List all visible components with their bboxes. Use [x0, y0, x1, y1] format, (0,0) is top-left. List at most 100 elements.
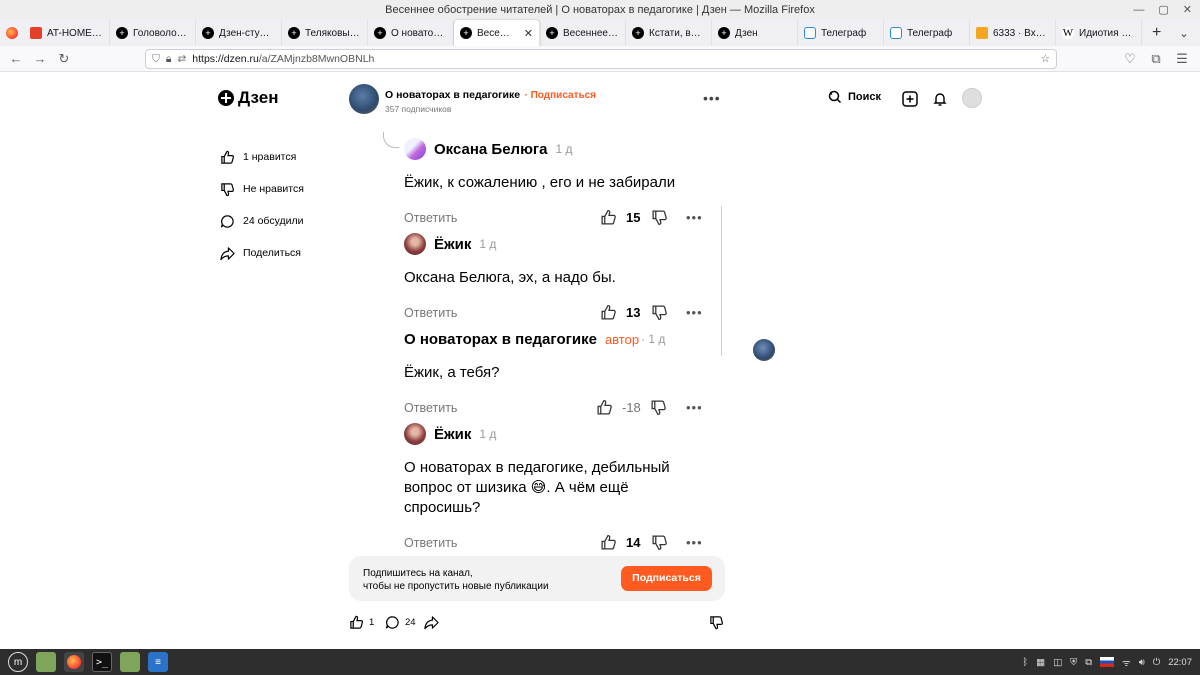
thumb-down-icon[interactable] [650, 399, 667, 416]
tab-4[interactable]: +Теляковы & П [282, 20, 368, 46]
tab-6-active[interactable]: +Весеннее об✕ [454, 20, 540, 46]
thumb-up-icon[interactable] [600, 304, 617, 321]
wifi-icon[interactable]: ᯤ [1122, 656, 1131, 669]
reply-button[interactable]: Ответить [404, 536, 457, 550]
like-button[interactable]: 1 нравится [220, 148, 304, 166]
channel-name[interactable]: О новаторах в педагогике [385, 89, 520, 101]
hamburger-menu-icon[interactable]: ☰ [1170, 47, 1194, 71]
new-tab-button[interactable]: + [1142, 20, 1171, 46]
commenter-avatar[interactable] [404, 423, 426, 445]
tab-10[interactable]: Телеграф [798, 20, 884, 46]
channel-avatar[interactable] [349, 84, 379, 114]
keyboard-layout-flag-icon[interactable] [1100, 657, 1115, 667]
back-arrow-icon[interactable]: ← [4, 47, 28, 71]
share-arrow-icon [424, 615, 439, 629]
lock-icon[interactable]: 🔒︎ [166, 53, 172, 66]
dzen-icon: + [374, 27, 386, 39]
reply-button[interactable]: Ответить [404, 401, 457, 415]
user-avatar[interactable] [962, 88, 982, 108]
pocket-icon[interactable]: ♡ [1118, 47, 1142, 71]
mint-menu-icon[interactable]: m [8, 652, 28, 672]
volume-icon[interactable]: 🔊︎ [1139, 657, 1145, 668]
dzen-logo-icon [218, 90, 234, 106]
tab-2[interactable]: +Головоломки д [110, 20, 196, 46]
tab-5[interactable]: +О новаторах в [368, 20, 454, 46]
notifications-bell-icon[interactable] [931, 90, 949, 108]
author-badge: автор [604, 331, 640, 347]
extensions-icon[interactable]: ⧉ [1144, 47, 1168, 71]
tab-12[interactable]: 6333 · Входящ [970, 20, 1056, 46]
terminal-icon[interactable]: >_ [92, 652, 112, 672]
comment-more-icon[interactable]: ••• [686, 210, 703, 225]
share-button[interactable]: Поделиться [220, 244, 304, 262]
comments-button[interactable]: 24 обсудили [220, 212, 304, 230]
thumb-down-icon[interactable] [651, 304, 668, 321]
comment-like-count: 15 [626, 210, 641, 225]
comment-author[interactable]: Оксана Белюга [434, 141, 547, 158]
files-folder-icon[interactable] [120, 652, 140, 672]
url-bar[interactable]: ⛉ 🔒︎ ⇄ https://dzen.ru/a/ZAMjnzb8MwnOBNL… [145, 49, 1057, 69]
commenter-avatar[interactable] [404, 138, 426, 160]
thumb-up-icon[interactable] [596, 399, 613, 416]
thumb-down-icon[interactable] [651, 534, 668, 551]
tab-9[interactable]: + Дзен [712, 20, 798, 46]
tab-1[interactable]: AT-HOME Личн [24, 20, 110, 46]
text-editor-icon[interactable]: ≡ [148, 652, 168, 672]
comment-author[interactable]: Ёжик [434, 426, 471, 443]
dzen-icon: + [202, 27, 214, 39]
system-tray: ᛒ ▦ ◫ ⛨ ⧉ ᯤ 🔊︎ ⏻ 22:07 [1022, 649, 1192, 675]
bookmark-star-icon[interactable]: ☆ [1041, 53, 1050, 65]
create-post-icon[interactable] [901, 90, 919, 108]
reload-icon[interactable]: ↻ [52, 47, 76, 71]
comment-author[interactable]: Ёжик [434, 236, 471, 253]
forward-arrow-icon[interactable]: → [28, 47, 52, 71]
update-shield-icon[interactable]: ⛨ [1070, 657, 1077, 668]
comment-author[interactable]: О новаторах в педагогике [404, 331, 597, 348]
screenshot-icon[interactable]: ◫ [1053, 657, 1062, 668]
close-icon[interactable]: ✕ [1183, 0, 1192, 20]
maximize-icon[interactable]: ▢ [1158, 0, 1168, 20]
show-desktop-icon[interactable] [36, 652, 56, 672]
comment-more-icon[interactable]: ••• [686, 400, 703, 415]
bottom-like-button[interactable]: 1 [349, 613, 374, 631]
shield-icon[interactable]: ⛉ [152, 53, 160, 66]
firefox-taskbar-icon[interactable] [64, 652, 84, 672]
subscribe-button[interactable]: Подписаться [621, 566, 712, 591]
firefox-menu-button[interactable] [0, 20, 24, 46]
tab-bar: AT-HOME Личн +Головоломки д +Дзен-студия… [0, 20, 1200, 46]
minimize-icon[interactable]: — [1133, 0, 1144, 20]
reply-button[interactable]: Ответить [404, 306, 457, 320]
keyboard-icon[interactable]: ▦ [1036, 657, 1045, 668]
more-options-icon[interactable]: ••• [703, 90, 721, 106]
tab-3[interactable]: +Дзен-студия | [196, 20, 282, 46]
thumb-up-icon[interactable] [600, 534, 617, 551]
dzen-icon: + [546, 27, 558, 39]
channel-subscribe-link[interactable]: · Подписаться [525, 90, 597, 101]
commenter-avatar[interactable] [404, 233, 426, 255]
comment-more-icon[interactable]: ••• [686, 535, 703, 550]
tab-8[interactable]: +Кстати, вот и в [626, 20, 712, 46]
bottom-dislike-button[interactable] [709, 613, 724, 631]
thumb-up-icon[interactable] [600, 209, 617, 226]
bottom-share-button[interactable] [424, 613, 439, 631]
list-tabs-button[interactable]: ⌄ [1171, 20, 1196, 46]
thumb-down-icon[interactable] [651, 209, 668, 226]
close-tab-icon[interactable]: ✕ [524, 27, 533, 40]
permissions-icon[interactable]: ⇄ [177, 53, 186, 65]
tab-7[interactable]: +Весеннее обос [540, 20, 626, 46]
commenter-avatar[interactable] [753, 339, 775, 361]
power-icon[interactable]: ⏻ [1153, 657, 1161, 668]
bluetooth-icon[interactable]: ᛒ [1022, 657, 1028, 668]
reply-button[interactable]: Ответить [404, 211, 457, 225]
bottom-comments-button[interactable]: 24 [385, 613, 416, 631]
network-icon[interactable]: ⧉ [1085, 657, 1092, 668]
dzen-logo[interactable]: Дзен [218, 88, 278, 108]
tab-13[interactable]: WИдиотия — Ви [1056, 20, 1142, 46]
comment-more-icon[interactable]: ••• [686, 305, 703, 320]
tab-11[interactable]: Телеграф [884, 20, 970, 46]
dislike-button[interactable]: Не нравится [220, 180, 304, 198]
search-button[interactable]: Поиск [828, 90, 881, 104]
subscribe-banner-line2: чтобы не пропустить новые публикации [363, 581, 549, 592]
comment-item: О новаторах в педагогике автор · 1 д Ёжи… [404, 327, 775, 419]
clock[interactable]: 22:07 [1168, 657, 1192, 668]
